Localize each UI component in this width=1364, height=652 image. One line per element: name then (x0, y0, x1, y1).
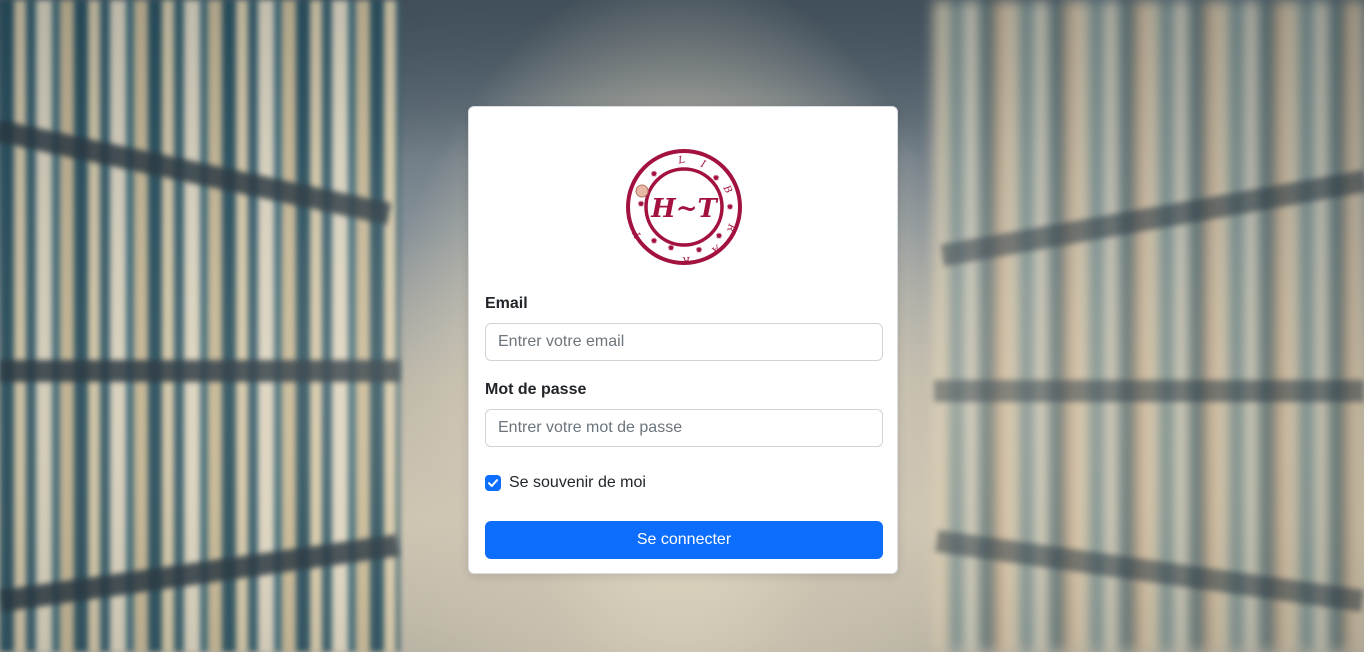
star-icon: ✹ (695, 245, 703, 255)
star-icon: ✹ (637, 199, 645, 209)
login-button[interactable]: Se connecter (485, 521, 883, 559)
logo-monogram: H~T (650, 194, 718, 224)
remember-me-label[interactable]: Se souvenir de moi (509, 474, 646, 492)
star-icon: ✹ (712, 173, 720, 183)
star-icon: ✹ (715, 231, 723, 241)
checkmark-icon (488, 479, 498, 487)
library-logo-svg: L I B R A R Y ✹ ✹ ✹ ✹ ✹ ✹ ✹ ✹ H~T (626, 149, 742, 265)
logo-rose-icon (635, 184, 649, 198)
password-input[interactable] (485, 409, 883, 447)
remember-me-checkbox[interactable] (485, 475, 501, 491)
email-label: Email (485, 295, 528, 312)
star-icon: ✹ (650, 169, 658, 179)
star-icon: ✹ (726, 202, 734, 212)
remember-me-row: Se souvenir de moi (485, 473, 646, 493)
star-icon: ✹ (667, 243, 675, 253)
login-card: L I B R A R Y ✹ ✹ ✹ ✹ ✹ ✹ ✹ ✹ H~T Email (468, 106, 898, 574)
email-input[interactable] (485, 323, 883, 361)
star-icon: ✹ (650, 236, 658, 246)
library-logo-icon: L I B R A R Y ✹ ✹ ✹ ✹ ✹ ✹ ✹ ✹ H~T (624, 147, 744, 267)
password-label: Mot de passe (485, 381, 587, 398)
logo-ring-letter: R (682, 254, 691, 265)
